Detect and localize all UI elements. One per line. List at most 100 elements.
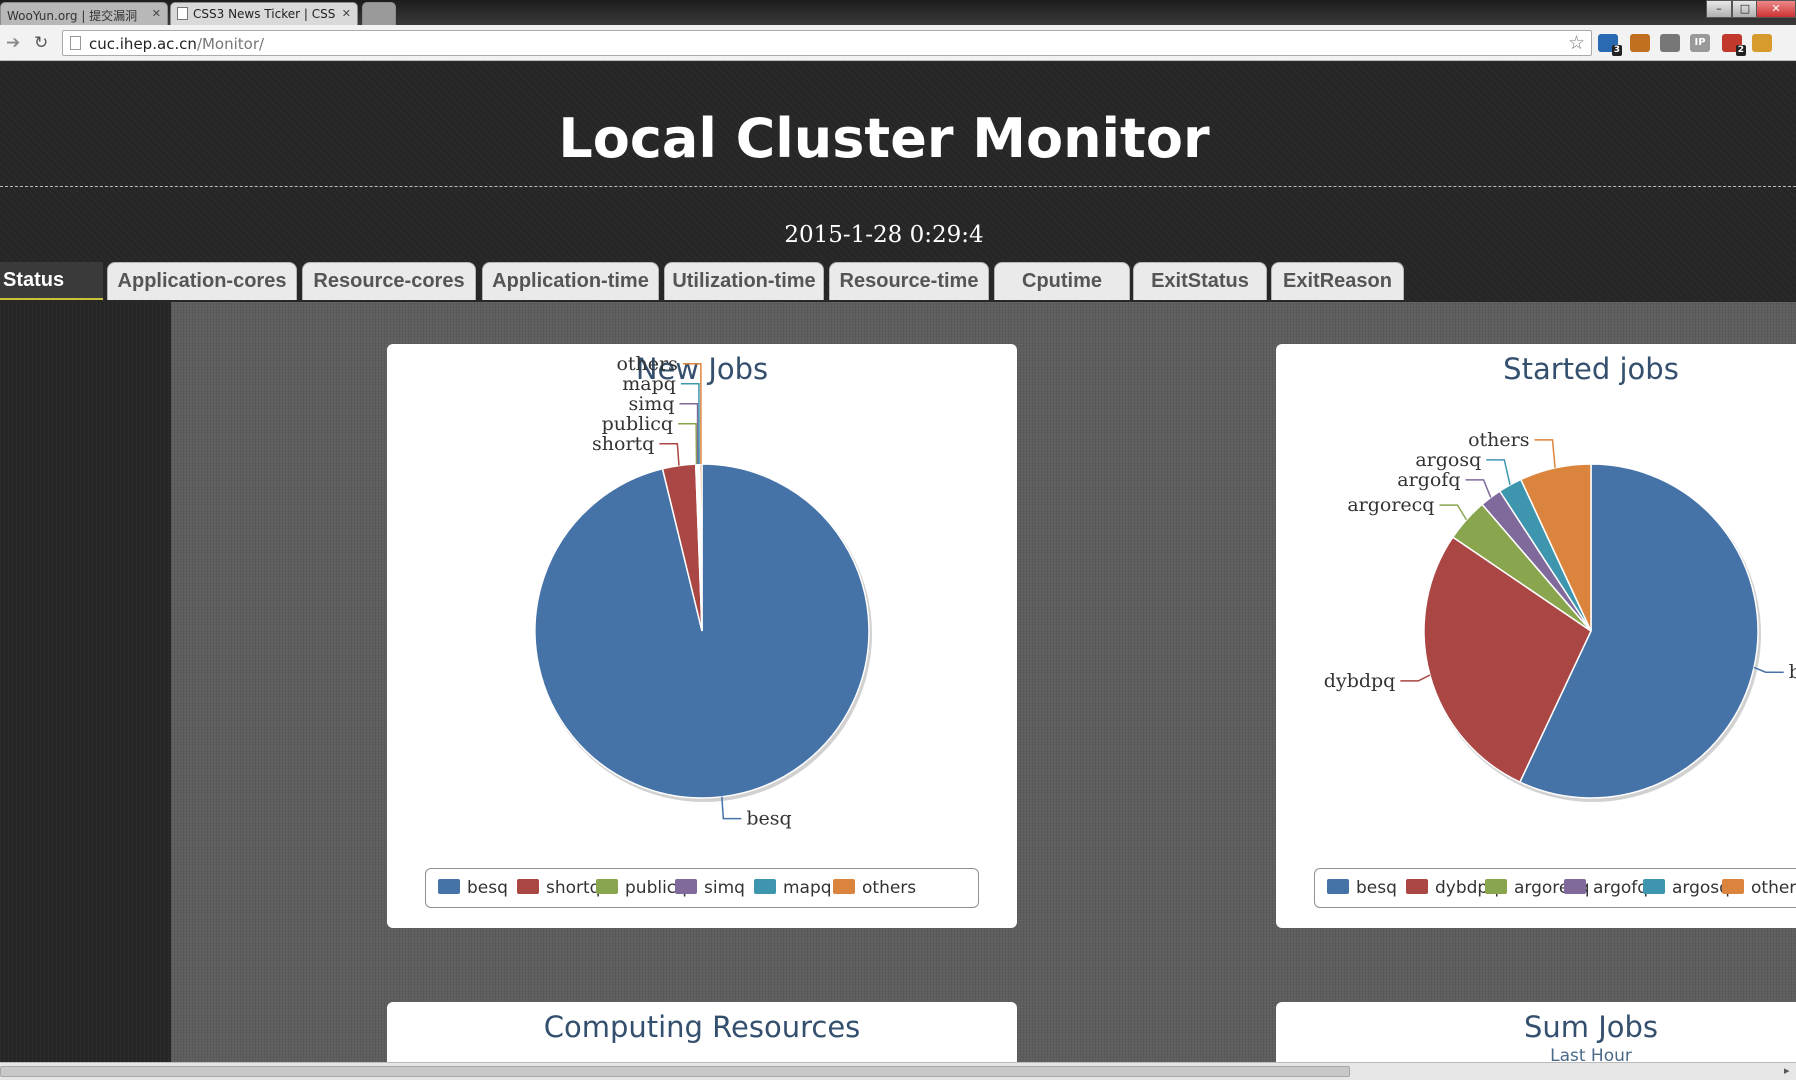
- tab-resource-time[interactable]: Resource-time: [829, 262, 989, 300]
- scroll-right-icon[interactable]: ▸: [1784, 1064, 1790, 1077]
- pie-connector-simq: [679, 403, 699, 465]
- pie-label-simq: simq: [628, 393, 674, 415]
- legend-swatch: [1406, 879, 1428, 894]
- new-jobs-legend: besq shortq publicq simq mapq others: [425, 868, 979, 908]
- monitor-page: Local Cluster Monitor 2015-1-28 0:29:4 S…: [0, 62, 1796, 1072]
- url-host: cuc.ihep.ac.cn: [89, 35, 197, 53]
- title-divider: [0, 186, 1796, 187]
- legend-item-argofq[interactable]: argofq: [1564, 878, 1648, 898]
- legend-swatch: [596, 879, 618, 894]
- tab-resource-cores[interactable]: Resource-cores: [302, 262, 476, 300]
- tab-exitstatus[interactable]: ExitStatus: [1133, 262, 1267, 300]
- page-icon: [70, 36, 81, 50]
- tab-status[interactable]: Status: [0, 262, 103, 300]
- window-close-icon[interactable]: ✕: [1756, 0, 1796, 18]
- legend-swatch: [517, 879, 539, 894]
- legend-item-publicq[interactable]: publicq: [596, 878, 687, 898]
- new-jobs-panel: New Jobs besq shortq publicq simq mapq others…: [387, 344, 1017, 928]
- bookmark-star-icon[interactable]: ☆: [1568, 32, 1585, 54]
- pie-label-besq: besq: [746, 808, 791, 830]
- pie-label-others: others: [616, 353, 677, 375]
- pie-connector-others: [1534, 439, 1556, 468]
- legend-swatch: [1564, 879, 1586, 894]
- extension-badge: 3: [1611, 45, 1622, 56]
- people-ext-icon[interactable]: [1630, 34, 1650, 52]
- new-jobs-pie-chart: besq shortqpublicqsimqmapqothers: [534, 353, 872, 830]
- legend-item-simq[interactable]: simq: [675, 878, 745, 898]
- tab-exitreason[interactable]: ExitReason: [1271, 262, 1404, 300]
- page-icon: [177, 7, 188, 20]
- legend-label: others: [1751, 878, 1796, 898]
- legend-item-besq[interactable]: besq: [1327, 878, 1397, 898]
- tab-application-cores[interactable]: Application-cores: [107, 262, 297, 300]
- address-bar[interactable]: cuc.ihep.ac.cn/Monitor/ ☆: [62, 30, 1592, 56]
- scrollbar-thumb[interactable]: [0, 1066, 1350, 1077]
- dashboard-area: New Jobs besq shortq publicq simq mapq others…: [171, 302, 1796, 1072]
- tab-utilization-time[interactable]: Utilization-time: [664, 262, 824, 300]
- cookie-ext-icon[interactable]: [1752, 34, 1772, 52]
- pie-label-publicq: publicq: [602, 413, 674, 435]
- tab-application-time[interactable]: Application-time: [482, 262, 659, 300]
- started-jobs-panel: Started jobs besqdybdpqargorecqargofqarg…: [1276, 344, 1796, 928]
- pie-label-mapq: mapq: [622, 373, 676, 395]
- browser-tab-css3[interactable]: CSS3 News Ticker | CSS ✕: [170, 2, 358, 25]
- legend-item-others[interactable]: others: [833, 878, 916, 898]
- pie-label-shortq: shortq: [592, 433, 654, 455]
- close-icon[interactable]: ✕: [342, 7, 351, 20]
- legend-item-others[interactable]: others: [1722, 878, 1796, 898]
- legend-label: others: [862, 878, 917, 898]
- pie-connector-argorecq: [1439, 504, 1468, 521]
- horizontal-scrollbar[interactable]: ◂ ▸: [0, 1062, 1796, 1080]
- pie-label-others: others: [1468, 429, 1529, 451]
- legend-swatch: [675, 879, 697, 894]
- legend-item-argosq[interactable]: argosq: [1643, 878, 1730, 898]
- url-path: /Monitor/: [196, 35, 265, 53]
- legend-label: mapq: [783, 878, 832, 898]
- legend-label: argofq: [1593, 878, 1649, 898]
- page-title: Local Cluster Monitor: [558, 107, 1210, 170]
- new-tab-button[interactable]: [362, 2, 396, 25]
- browser-tab-strip: WooYun.org | 提交漏洞 ✕ CSS3 News Ticker | C…: [0, 0, 1796, 25]
- red-ext-icon[interactable]: 2: [1722, 34, 1746, 56]
- legend-item-besq[interactable]: besq: [438, 878, 508, 898]
- legend-swatch: [438, 879, 460, 894]
- ip-ext-icon[interactable]: IP: [1690, 34, 1710, 52]
- pie-label-besq: besq: [1789, 661, 1796, 683]
- minimize-icon[interactable]: –: [1706, 0, 1732, 18]
- close-icon[interactable]: ✕: [152, 7, 161, 20]
- browser-tab-wooyun[interactable]: WooYun.org | 提交漏洞 ✕: [0, 2, 168, 25]
- legend-label: besq: [467, 878, 508, 898]
- datetime-display: 2015-1-28 0:29:4: [784, 222, 984, 248]
- legend-swatch: [1485, 879, 1507, 894]
- browser-toolbar: ➔ ↻ cuc.ihep.ac.cn/Monitor/ ☆ 3 IP 2: [0, 25, 1796, 61]
- pie-connector-publicq: [678, 423, 698, 465]
- pie-label-argorecq: argorecq: [1347, 494, 1434, 516]
- browser-tab-title: CSS3 News Ticker | CSS: [193, 7, 336, 21]
- pie-connector-argofq: [1465, 479, 1492, 498]
- pie-connector-argosq: [1486, 459, 1511, 486]
- legend-swatch: [1722, 879, 1744, 894]
- s-ext-icon[interactable]: 3: [1598, 34, 1622, 56]
- tab-cputime[interactable]: Cputime: [994, 262, 1130, 300]
- pie-connector-shortq: [659, 443, 680, 466]
- reload-icon[interactable]: ↻: [34, 33, 48, 53]
- legend-item-shortq[interactable]: shortq: [517, 878, 600, 898]
- legend-item-mapq[interactable]: mapq: [754, 878, 832, 898]
- browser-tab-title: WooYun.org | 提交漏洞: [7, 9, 138, 23]
- extension-badge: 2: [1735, 45, 1746, 56]
- started-jobs-pie-chart: besq dybdpq argorecq argofqargosqothers: [1324, 429, 1796, 802]
- sidebar: [0, 302, 171, 1062]
- pie-label-dybdpq: dybdpq: [1324, 670, 1396, 692]
- pie-connector-dybdpq: [1400, 674, 1431, 682]
- legend-swatch: [833, 879, 855, 894]
- panel-title: Sum Jobs: [1523, 1010, 1659, 1044]
- window-ext-icon[interactable]: [1660, 34, 1680, 52]
- pie-label-argofq: argofq: [1397, 469, 1460, 491]
- pie-connector-besq: [1753, 666, 1784, 673]
- legend-swatch: [1643, 879, 1665, 894]
- legend-swatch: [754, 879, 776, 894]
- maximize-icon[interactable]: □: [1732, 0, 1758, 18]
- legend-label: shortq: [546, 878, 601, 898]
- legend-label: simq: [704, 878, 745, 898]
- forward-icon[interactable]: ➔: [6, 33, 20, 53]
